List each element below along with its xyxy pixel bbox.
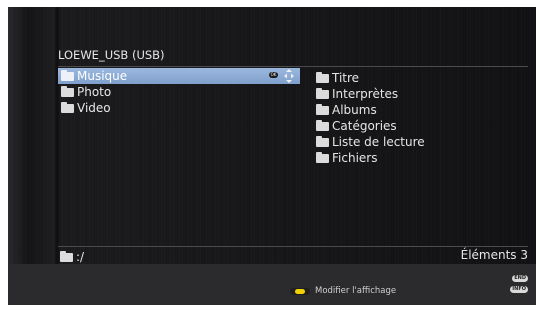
list-item-interpretes[interactable]: Interprètes <box>313 86 513 102</box>
music-category-list: Titre Interprètes Albums Catégories List… <box>313 70 513 166</box>
list-item-fichiers[interactable]: Fichiers <box>313 150 513 166</box>
list-item-label: Catégories <box>332 119 397 133</box>
folder-icon <box>61 69 74 81</box>
folder-icon <box>61 101 74 113</box>
list-item-video[interactable]: Video <box>58 100 300 116</box>
list-item-label: Video <box>77 101 111 115</box>
list-item-label: Musique <box>77 69 128 83</box>
list-item-label: Liste de lecture <box>332 135 425 149</box>
ok-icon: OK <box>269 72 278 78</box>
info-key-badge[interactable]: INFO <box>510 286 528 293</box>
folder-icon <box>61 85 74 97</box>
footer-bar: Modifier l'affichage END INFO <box>8 264 536 305</box>
status-divider <box>58 246 528 247</box>
list-item-titre[interactable]: Titre <box>313 70 513 86</box>
folder-icon <box>316 119 329 131</box>
list-item-albums[interactable]: Albums <box>313 102 513 118</box>
change-view-hint[interactable]: Modifier l'affichage <box>290 286 396 296</box>
nav-arrows-icon <box>284 69 294 83</box>
list-item-photo[interactable]: Photo <box>58 84 300 100</box>
folder-icon <box>316 103 329 115</box>
yellow-key-icon <box>290 287 310 295</box>
list-item-label: Interprètes <box>332 87 399 101</box>
end-key-badge[interactable]: END <box>512 275 528 282</box>
folder-icon <box>316 151 329 163</box>
tv-screen: LOEWE_USB (USB) Musique OK Photo Video T… <box>8 7 536 305</box>
current-path: :/ <box>60 250 84 264</box>
media-type-list: Musique OK Photo Video <box>58 68 300 116</box>
list-item-label: Albums <box>332 103 377 117</box>
device-title: LOEWE_USB (USB) <box>58 48 165 62</box>
folder-icon <box>60 250 73 262</box>
folder-icon <box>316 135 329 147</box>
list-item-liste-de-lecture[interactable]: Liste de lecture <box>313 134 513 150</box>
list-item-categories[interactable]: Catégories <box>313 118 513 134</box>
item-count: Éléments 3 <box>460 248 528 262</box>
list-item-label: Photo <box>77 85 112 99</box>
list-item-label: Titre <box>332 71 360 85</box>
list-item-musique[interactable]: Musique OK <box>58 68 300 84</box>
path-text: :/ <box>76 250 85 264</box>
header-divider <box>58 66 528 67</box>
folder-icon <box>316 87 329 99</box>
list-item-label: Fichiers <box>332 151 378 165</box>
hint-label: Modifier l'affichage <box>315 286 397 296</box>
folder-icon <box>316 71 329 83</box>
